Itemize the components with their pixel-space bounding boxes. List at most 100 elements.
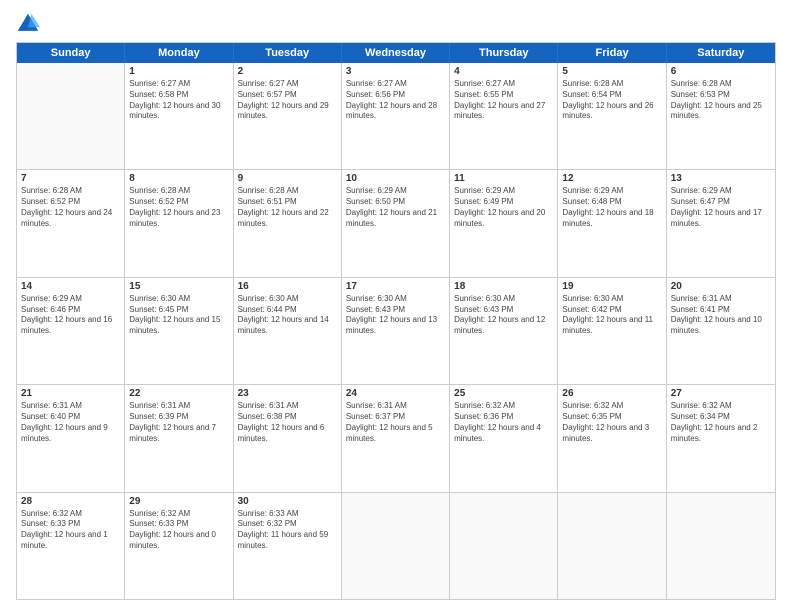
day-number: 8 xyxy=(129,173,228,184)
calendar-body: 1 Sunrise: 6:27 AM Sunset: 6:58 PM Daylig… xyxy=(17,63,775,599)
day-info: Sunrise: 6:32 AM Sunset: 6:34 PM Dayligh… xyxy=(671,401,771,444)
day-number: 25 xyxy=(454,388,553,399)
day-number: 24 xyxy=(346,388,445,399)
cal-header-cell-sunday: Sunday xyxy=(17,43,125,63)
day-info: Sunrise: 6:30 AM Sunset: 6:45 PM Dayligh… xyxy=(129,294,228,337)
cal-cell: 14 Sunrise: 6:29 AM Sunset: 6:46 PM Dayli… xyxy=(17,278,125,384)
cal-cell: 25 Sunrise: 6:32 AM Sunset: 6:36 PM Dayli… xyxy=(450,385,558,491)
day-number: 13 xyxy=(671,173,771,184)
cal-cell: 1 Sunrise: 6:27 AM Sunset: 6:58 PM Daylig… xyxy=(125,63,233,169)
day-number: 20 xyxy=(671,281,771,292)
day-info: Sunrise: 6:32 AM Sunset: 6:35 PM Dayligh… xyxy=(562,401,661,444)
day-info: Sunrise: 6:29 AM Sunset: 6:46 PM Dayligh… xyxy=(21,294,120,337)
cal-cell xyxy=(558,493,666,599)
cal-cell: 16 Sunrise: 6:30 AM Sunset: 6:44 PM Dayli… xyxy=(234,278,342,384)
cal-cell xyxy=(667,493,775,599)
cal-cell: 2 Sunrise: 6:27 AM Sunset: 6:57 PM Daylig… xyxy=(234,63,342,169)
day-number: 15 xyxy=(129,281,228,292)
day-info: Sunrise: 6:28 AM Sunset: 6:52 PM Dayligh… xyxy=(21,186,120,229)
day-info: Sunrise: 6:30 AM Sunset: 6:44 PM Dayligh… xyxy=(238,294,337,337)
day-number: 23 xyxy=(238,388,337,399)
logo xyxy=(16,12,44,36)
day-info: Sunrise: 6:32 AM Sunset: 6:33 PM Dayligh… xyxy=(21,509,120,552)
day-number: 9 xyxy=(238,173,337,184)
day-info: Sunrise: 6:32 AM Sunset: 6:36 PM Dayligh… xyxy=(454,401,553,444)
cal-cell: 6 Sunrise: 6:28 AM Sunset: 6:53 PM Daylig… xyxy=(667,63,775,169)
day-number: 14 xyxy=(21,281,120,292)
cal-cell: 22 Sunrise: 6:31 AM Sunset: 6:39 PM Dayli… xyxy=(125,385,233,491)
day-number: 29 xyxy=(129,496,228,507)
day-info: Sunrise: 6:33 AM Sunset: 6:32 PM Dayligh… xyxy=(238,509,337,552)
day-info: Sunrise: 6:27 AM Sunset: 6:56 PM Dayligh… xyxy=(346,79,445,122)
cal-cell: 3 Sunrise: 6:27 AM Sunset: 6:56 PM Daylig… xyxy=(342,63,450,169)
day-info: Sunrise: 6:28 AM Sunset: 6:54 PM Dayligh… xyxy=(562,79,661,122)
day-info: Sunrise: 6:29 AM Sunset: 6:49 PM Dayligh… xyxy=(454,186,553,229)
day-number: 21 xyxy=(21,388,120,399)
day-info: Sunrise: 6:28 AM Sunset: 6:51 PM Dayligh… xyxy=(238,186,337,229)
cal-cell: 28Sunrise: 6:32 AM Sunset: 6:33 PM Dayli… xyxy=(17,493,125,599)
cal-header-cell-friday: Friday xyxy=(558,43,666,63)
day-number: 26 xyxy=(562,388,661,399)
cal-cell: 7 Sunrise: 6:28 AM Sunset: 6:52 PM Daylig… xyxy=(17,170,125,276)
day-info: Sunrise: 6:27 AM Sunset: 6:57 PM Dayligh… xyxy=(238,79,337,122)
day-number: 16 xyxy=(238,281,337,292)
day-info: Sunrise: 6:31 AM Sunset: 6:39 PM Dayligh… xyxy=(129,401,228,444)
cal-cell: 17 Sunrise: 6:30 AM Sunset: 6:43 PM Dayli… xyxy=(342,278,450,384)
day-info: Sunrise: 6:32 AM Sunset: 6:33 PM Dayligh… xyxy=(129,509,228,552)
day-info: Sunrise: 6:31 AM Sunset: 6:41 PM Dayligh… xyxy=(671,294,771,337)
cal-header-cell-thursday: Thursday xyxy=(450,43,558,63)
day-info: Sunrise: 6:31 AM Sunset: 6:38 PM Dayligh… xyxy=(238,401,337,444)
day-info: Sunrise: 6:29 AM Sunset: 6:48 PM Dayligh… xyxy=(562,186,661,229)
cal-cell: 24 Sunrise: 6:31 AM Sunset: 6:37 PM Dayli… xyxy=(342,385,450,491)
cal-header-cell-wednesday: Wednesday xyxy=(342,43,450,63)
cal-cell: 26 Sunrise: 6:32 AM Sunset: 6:35 PM Dayli… xyxy=(558,385,666,491)
day-number: 27 xyxy=(671,388,771,399)
day-number: 4 xyxy=(454,66,553,77)
day-info: Sunrise: 6:31 AM Sunset: 6:40 PM Dayligh… xyxy=(21,401,120,444)
cal-cell: 15 Sunrise: 6:30 AM Sunset: 6:45 PM Dayli… xyxy=(125,278,233,384)
day-info: Sunrise: 6:27 AM Sunset: 6:58 PM Dayligh… xyxy=(129,79,228,122)
cal-cell xyxy=(342,493,450,599)
day-number: 30 xyxy=(238,496,337,507)
day-info: Sunrise: 6:29 AM Sunset: 6:47 PM Dayligh… xyxy=(671,186,771,229)
cal-cell: 19 Sunrise: 6:30 AM Sunset: 6:42 PM Dayli… xyxy=(558,278,666,384)
cal-cell: 12Sunrise: 6:29 AM Sunset: 6:48 PM Dayli… xyxy=(558,170,666,276)
day-number: 1 xyxy=(129,66,228,77)
calendar: SundayMondayTuesdayWednesdayThursdayFrid… xyxy=(16,42,776,600)
header xyxy=(16,12,776,36)
cal-cell: 27 Sunrise: 6:32 AM Sunset: 6:34 PM Dayli… xyxy=(667,385,775,491)
day-number: 17 xyxy=(346,281,445,292)
cal-cell: 30 Sunrise: 6:33 AM Sunset: 6:32 PM Dayli… xyxy=(234,493,342,599)
cal-cell: 5Sunrise: 6:28 AM Sunset: 6:54 PM Daylig… xyxy=(558,63,666,169)
page: SundayMondayTuesdayWednesdayThursdayFrid… xyxy=(0,0,792,612)
cal-cell: 10 Sunrise: 6:29 AM Sunset: 6:50 PM Dayli… xyxy=(342,170,450,276)
day-info: Sunrise: 6:30 AM Sunset: 6:42 PM Dayligh… xyxy=(562,294,661,337)
cal-week-2: 14 Sunrise: 6:29 AM Sunset: 6:46 PM Dayli… xyxy=(17,278,775,385)
cal-cell: 9 Sunrise: 6:28 AM Sunset: 6:51 PM Daylig… xyxy=(234,170,342,276)
cal-cell: 4Sunrise: 6:27 AM Sunset: 6:55 PM Daylig… xyxy=(450,63,558,169)
day-info: Sunrise: 6:31 AM Sunset: 6:37 PM Dayligh… xyxy=(346,401,445,444)
cal-cell: 8 Sunrise: 6:28 AM Sunset: 6:52 PM Daylig… xyxy=(125,170,233,276)
cal-header-cell-saturday: Saturday xyxy=(667,43,775,63)
cal-cell: 11 Sunrise: 6:29 AM Sunset: 6:49 PM Dayli… xyxy=(450,170,558,276)
cal-cell: 23 Sunrise: 6:31 AM Sunset: 6:38 PM Dayli… xyxy=(234,385,342,491)
day-number: 19 xyxy=(562,281,661,292)
day-number: 2 xyxy=(238,66,337,77)
day-info: Sunrise: 6:29 AM Sunset: 6:50 PM Dayligh… xyxy=(346,186,445,229)
cal-cell xyxy=(17,63,125,169)
day-number: 7 xyxy=(21,173,120,184)
day-info: Sunrise: 6:30 AM Sunset: 6:43 PM Dayligh… xyxy=(346,294,445,337)
cal-cell: 20 Sunrise: 6:31 AM Sunset: 6:41 PM Dayli… xyxy=(667,278,775,384)
cal-week-1: 7 Sunrise: 6:28 AM Sunset: 6:52 PM Daylig… xyxy=(17,170,775,277)
cal-header-cell-tuesday: Tuesday xyxy=(234,43,342,63)
day-number: 22 xyxy=(129,388,228,399)
logo-icon xyxy=(16,12,40,36)
day-number: 3 xyxy=(346,66,445,77)
cal-week-3: 21 Sunrise: 6:31 AM Sunset: 6:40 PM Dayli… xyxy=(17,385,775,492)
day-number: 6 xyxy=(671,66,771,77)
day-info: Sunrise: 6:28 AM Sunset: 6:53 PM Dayligh… xyxy=(671,79,771,122)
day-info: Sunrise: 6:28 AM Sunset: 6:52 PM Dayligh… xyxy=(129,186,228,229)
calendar-header: SundayMondayTuesdayWednesdayThursdayFrid… xyxy=(17,43,775,63)
day-number: 10 xyxy=(346,173,445,184)
day-number: 11 xyxy=(454,173,553,184)
